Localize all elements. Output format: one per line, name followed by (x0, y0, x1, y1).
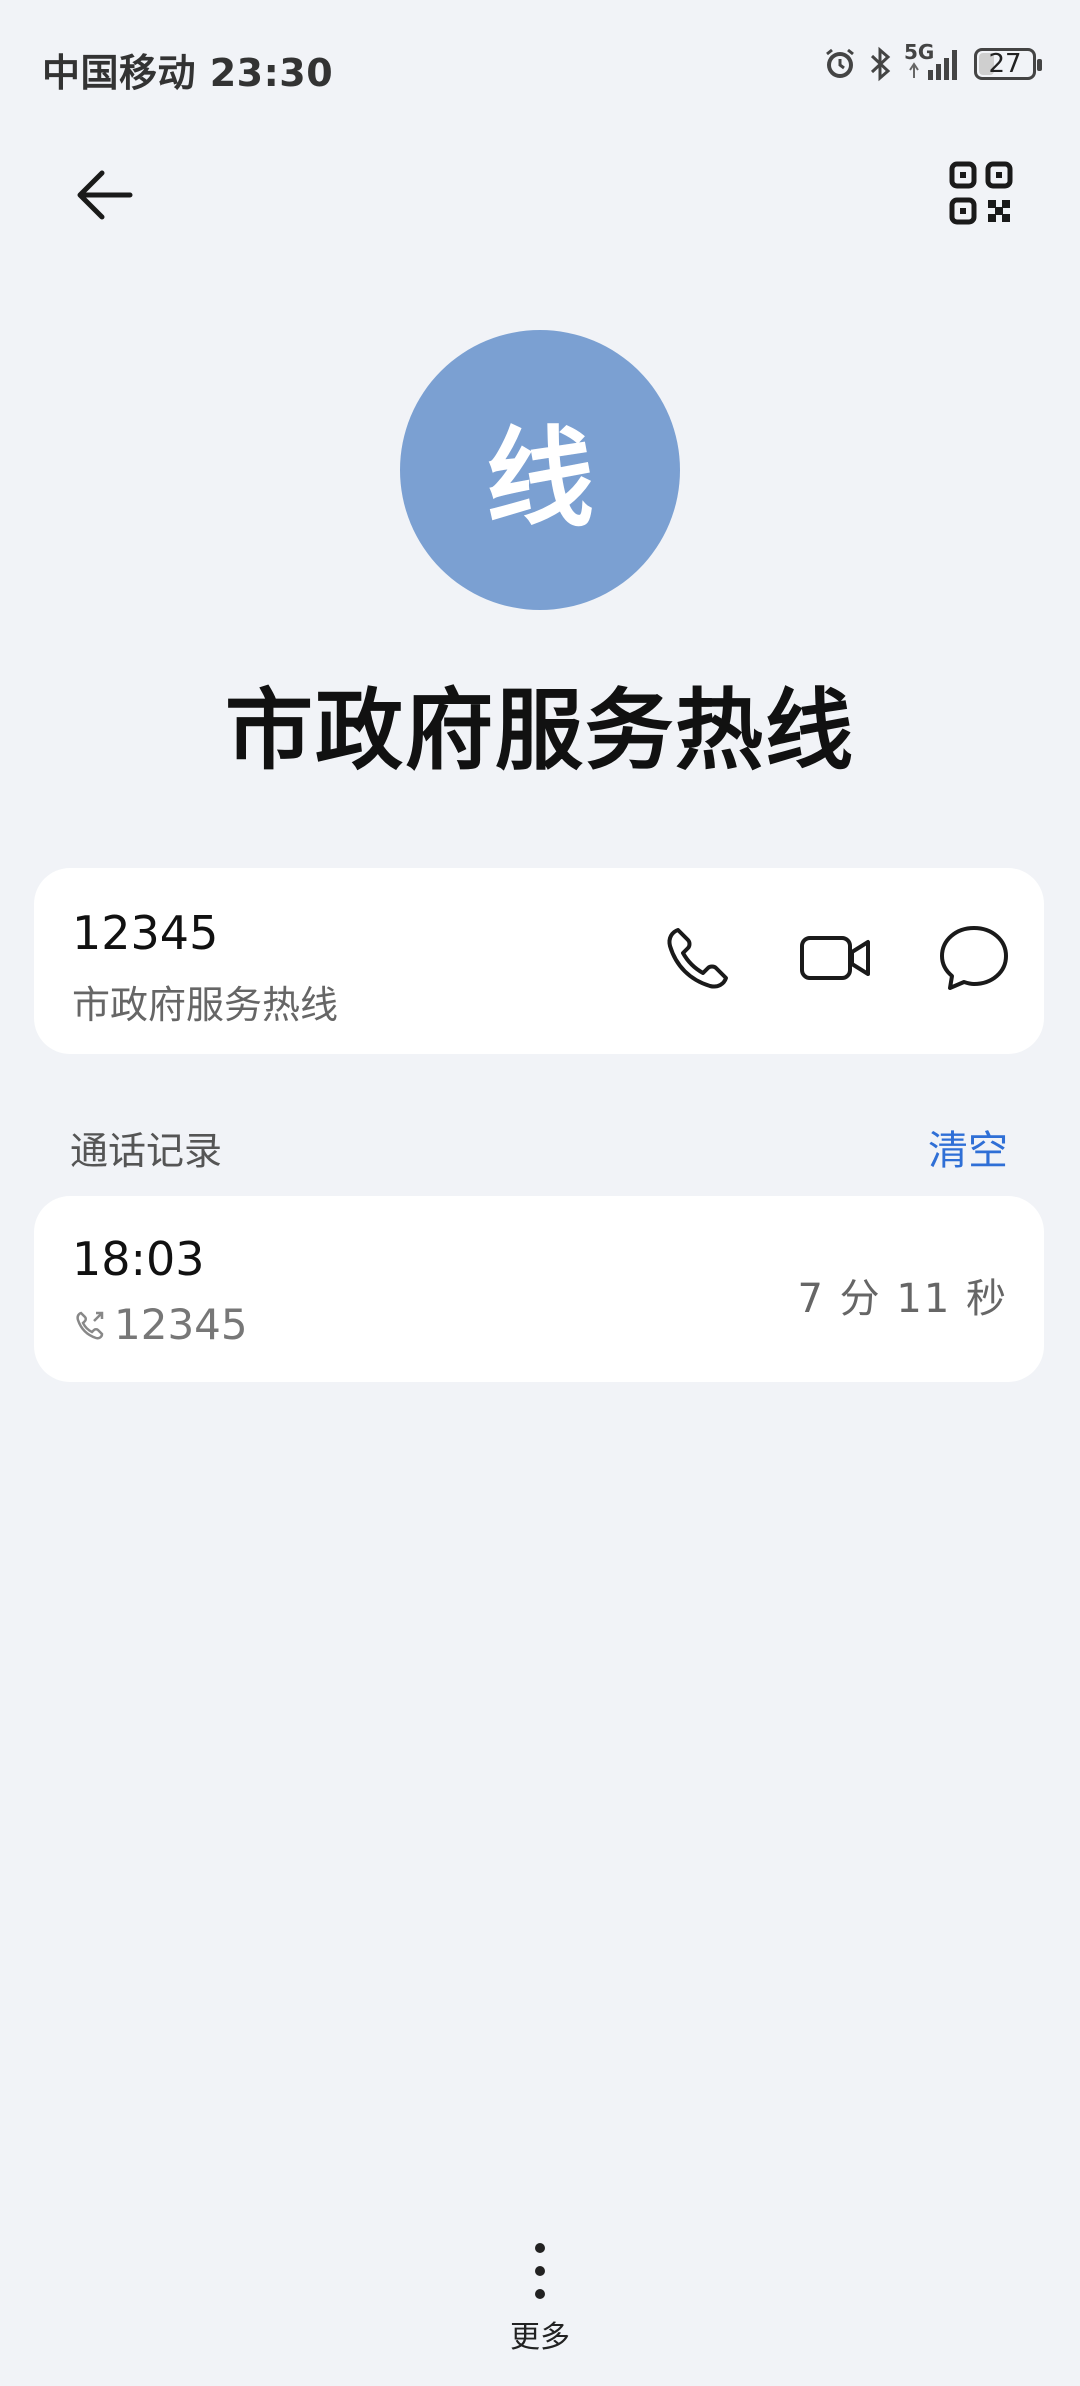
clear-history-button[interactable]: 清空 (928, 1118, 1008, 1176)
battery-level: 27 (988, 49, 1022, 79)
call-number-row: 12345 (72, 1300, 248, 1349)
battery-icon: 27 (974, 48, 1042, 80)
call-record-item[interactable]: 18:03 12345 7 分 11 秒 (34, 1196, 1044, 1382)
call-time: 18:03 (72, 1232, 205, 1286)
status-icons: 5G 27 (822, 40, 1042, 84)
video-call-icon[interactable] (796, 918, 876, 998)
bluetooth-icon (870, 46, 891, 82)
avatar-letter: 线 (485, 417, 594, 542)
more-vertical-icon (535, 2243, 545, 2299)
message-icon[interactable] (934, 918, 1014, 998)
status-bar: 中国移动 23:30 5G 27 (0, 0, 1080, 140)
more-button[interactable]: 更多 (480, 2240, 600, 2360)
phone-icon[interactable] (658, 918, 738, 998)
contact-name: 市政府服务热线 (224, 679, 855, 782)
call-history-title: 通话记录 (70, 1129, 223, 1173)
signal-icon (909, 50, 957, 80)
more-label: 更多 (510, 2320, 570, 2355)
call-number: 12345 (114, 1300, 248, 1349)
phone-number: 12345 (72, 906, 219, 960)
qr-code-icon[interactable] (948, 160, 1014, 226)
phone-number-label: 市政府服务热线 (72, 983, 339, 1027)
outgoing-call-icon (76, 1311, 104, 1339)
phone-number-card[interactable]: 12345 市政府服务热线 (34, 868, 1044, 1054)
alarm-icon (826, 48, 854, 78)
carrier-time: 中国移动 23:30 (42, 51, 334, 95)
call-duration: 7 分 11 秒 (797, 1276, 1008, 1322)
back-arrow-icon[interactable] (66, 155, 146, 235)
contact-avatar[interactable]: 线 (400, 330, 680, 610)
network-5g-badge: 5G (904, 40, 964, 84)
